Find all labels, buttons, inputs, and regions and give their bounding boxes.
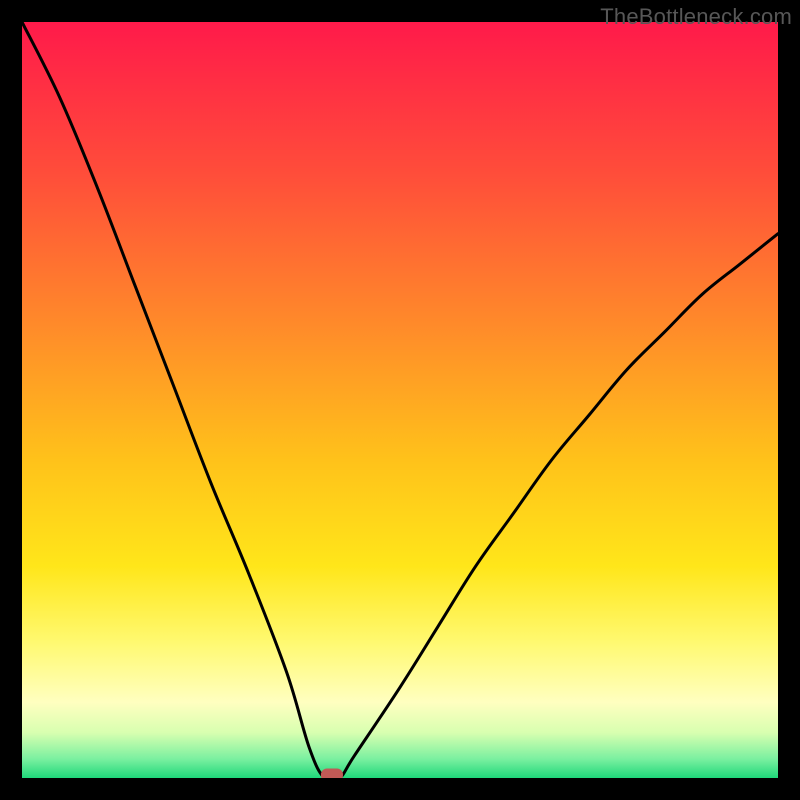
gradient-background	[22, 22, 778, 778]
bottleneck-chart	[22, 22, 778, 778]
chart-frame: TheBottleneck.com	[0, 0, 800, 800]
watermark-text: TheBottleneck.com	[600, 4, 792, 30]
plot-area	[22, 22, 778, 778]
optimal-marker	[321, 769, 343, 779]
